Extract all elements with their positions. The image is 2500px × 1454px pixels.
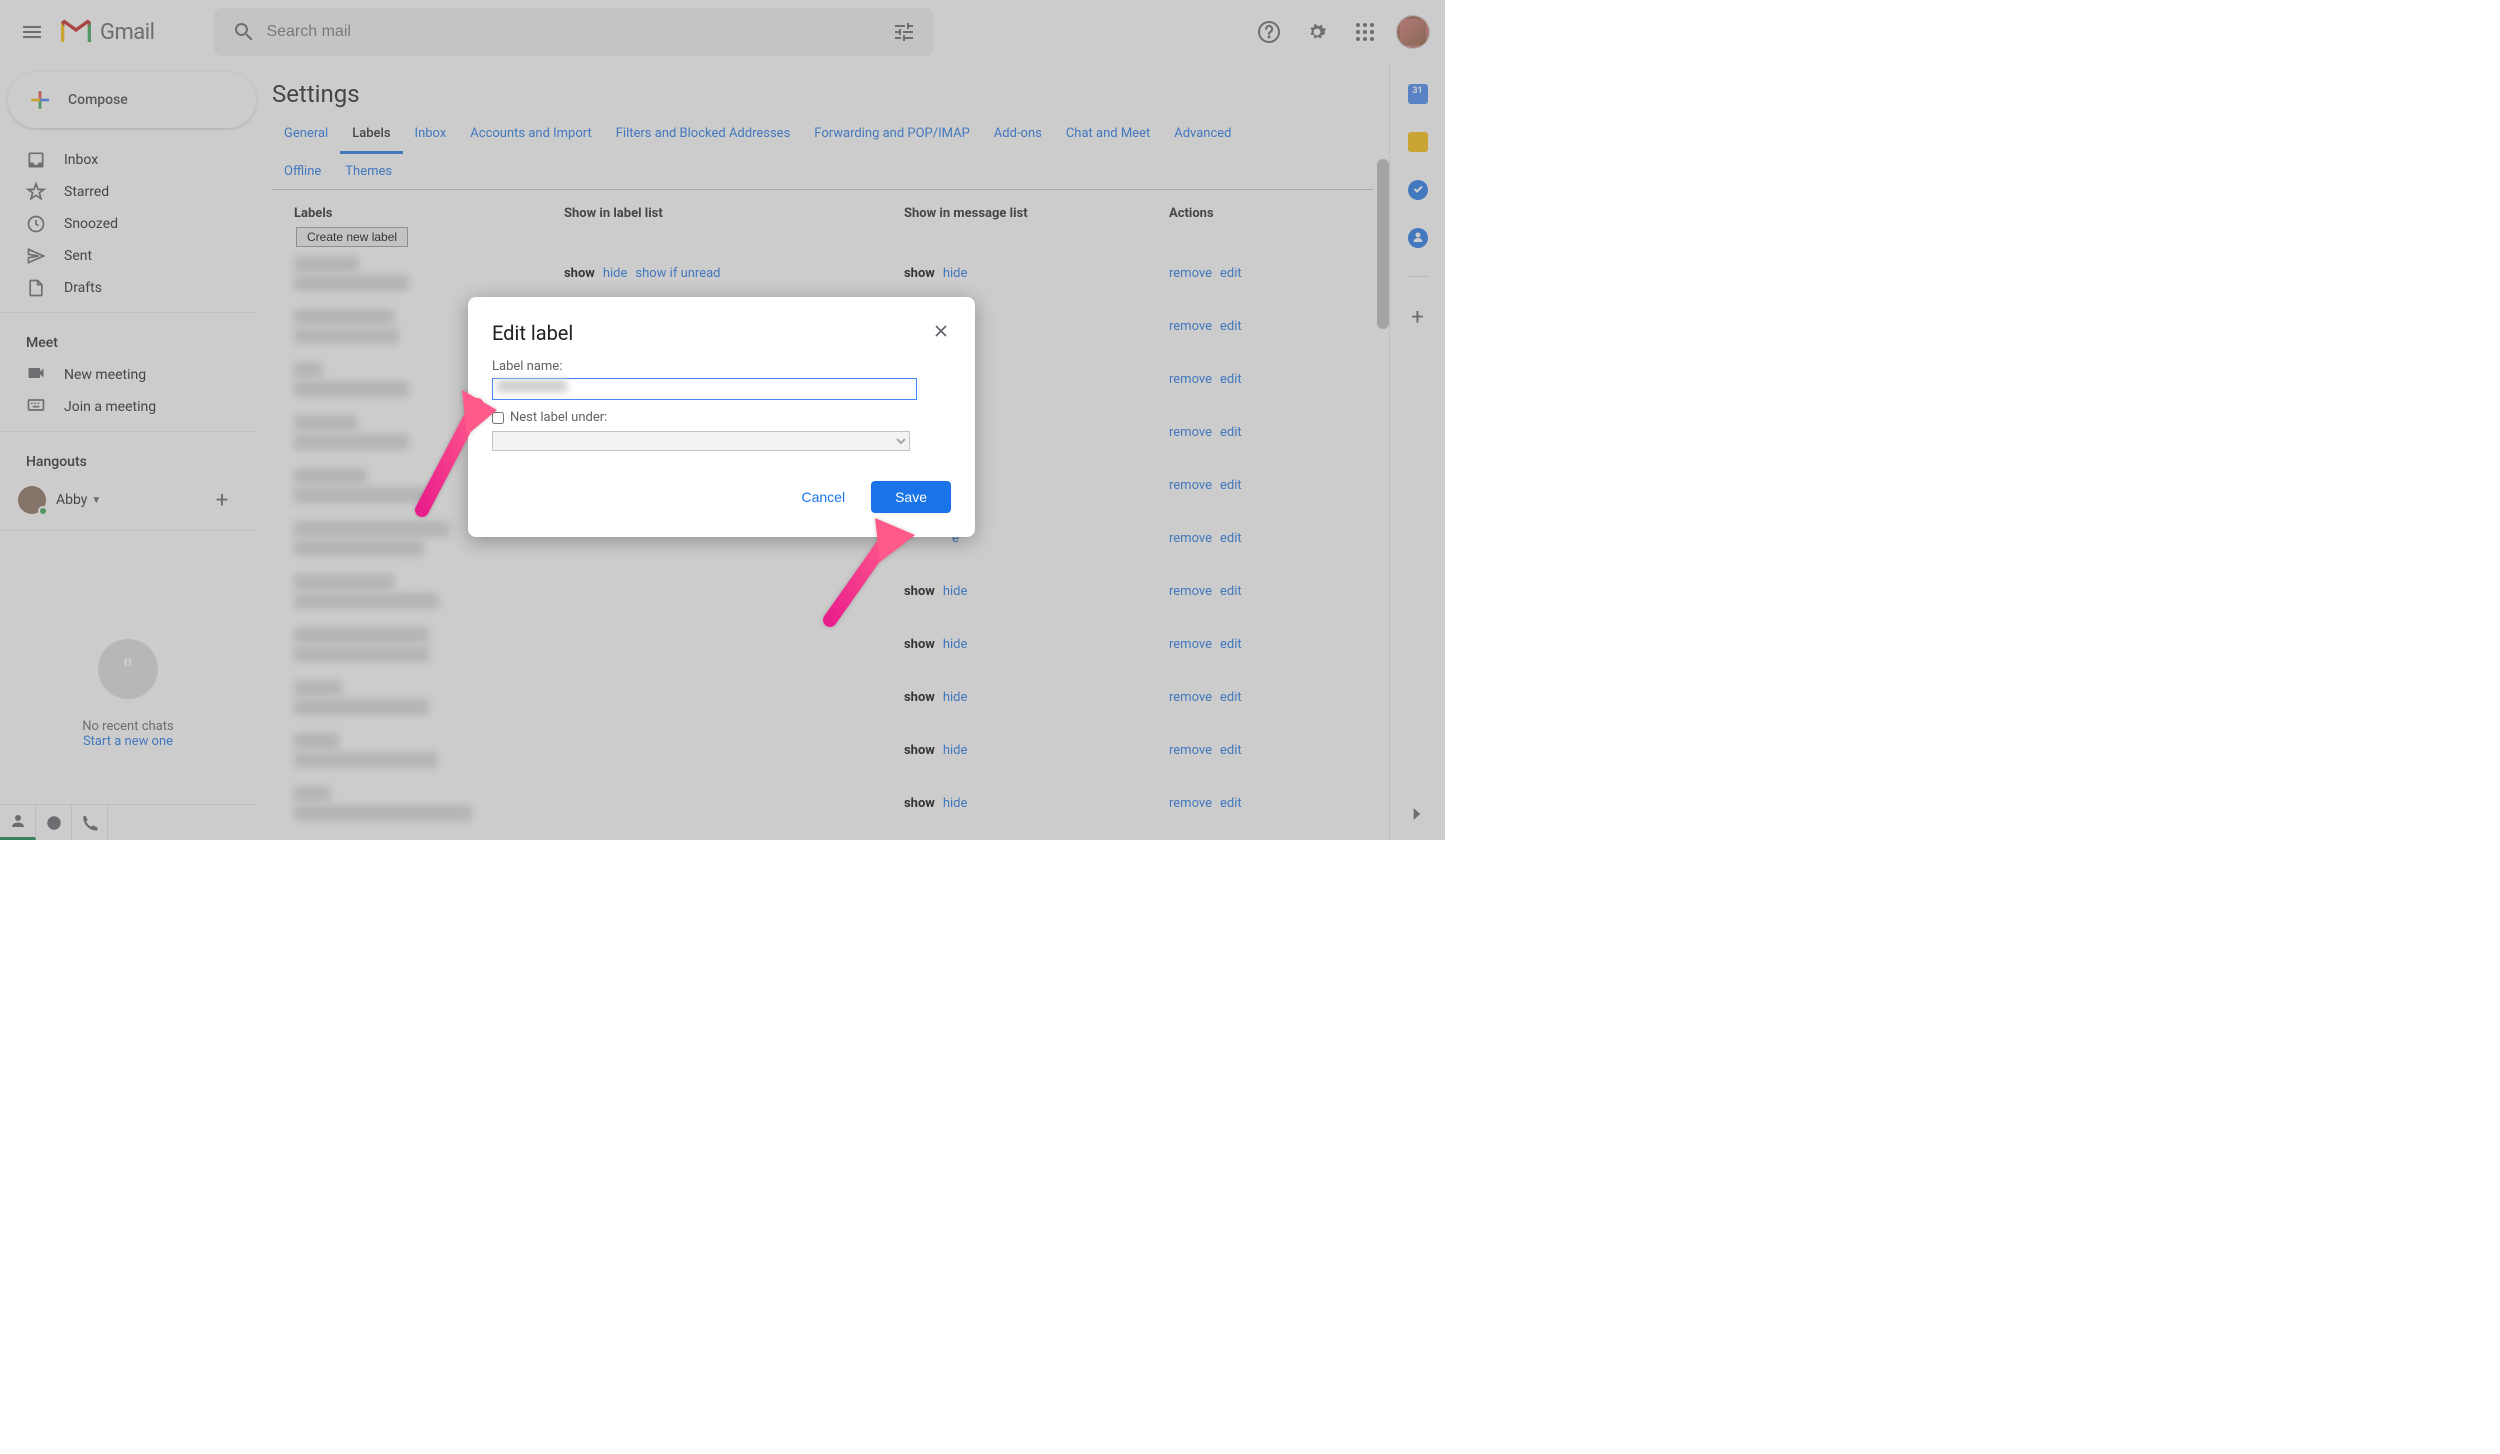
nest-checkbox[interactable] (492, 412, 504, 424)
label-name-input[interactable] (492, 378, 917, 400)
label-name-label: Label name: (492, 359, 951, 374)
parent-label-select[interactable] (492, 431, 910, 451)
cancel-button[interactable]: Cancel (783, 481, 863, 513)
save-button[interactable]: Save (871, 481, 951, 513)
nest-label: Nest label under: (510, 410, 607, 425)
edit-label-modal: Edit label Label name: Nest label under:… (468, 297, 975, 537)
close-button[interactable] (927, 317, 955, 345)
modal-title: Edit label (492, 321, 951, 345)
